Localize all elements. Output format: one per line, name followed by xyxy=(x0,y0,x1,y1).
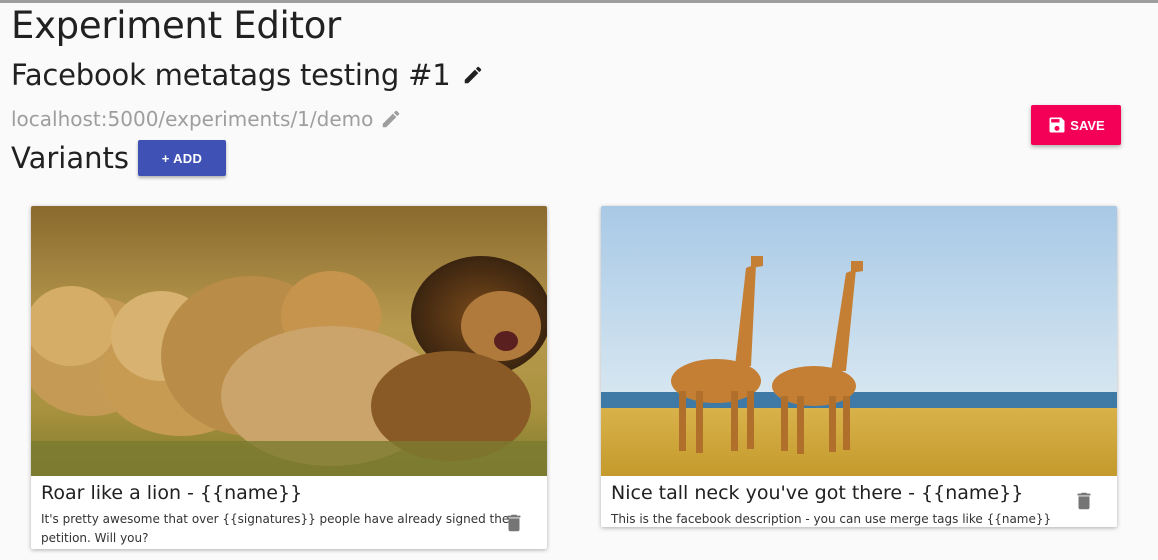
delete-variant-button[interactable] xyxy=(1073,490,1095,516)
variant-description: This is the facebook description - you c… xyxy=(611,512,1052,526)
variants-heading: Variants xyxy=(11,141,129,175)
save-button[interactable]: SAVE xyxy=(1031,105,1121,145)
pencil-icon xyxy=(464,66,481,84)
experiment-url-row: localhost:5000/experiments/1/demo xyxy=(11,107,402,131)
trash-icon xyxy=(1077,492,1091,510)
variants-header: Variants + ADD xyxy=(11,140,226,176)
add-button-label: + ADD xyxy=(161,150,203,166)
variant-description: It's pretty awesome that over {{signatur… xyxy=(41,512,510,545)
trash-icon xyxy=(507,514,521,532)
delete-variant-button[interactable] xyxy=(503,512,525,538)
variant-card: Nice tall neck you've got there - {{name… xyxy=(601,206,1117,527)
experiment-name-row: Facebook metatags testing #1 xyxy=(11,58,484,92)
variant-title: Nice tall neck you've got there - {{name… xyxy=(611,482,1024,504)
edit-url-button[interactable] xyxy=(380,108,402,130)
variant-image-lions[interactable] xyxy=(31,206,547,476)
variant-image-giraffes[interactable] xyxy=(601,206,1117,476)
add-variant-button[interactable]: + ADD xyxy=(137,140,226,176)
edit-name-button[interactable] xyxy=(462,64,484,86)
experiment-name: Facebook metatags testing #1 xyxy=(11,58,451,92)
floppy-disk-icon xyxy=(1049,117,1065,133)
experiment-url: localhost:5000/experiments/1/demo xyxy=(11,107,374,131)
save-button-label: SAVE xyxy=(1070,117,1105,133)
variant-card: Roar like a lion - {{name}} It's pretty … xyxy=(31,206,547,549)
page-title: Experiment Editor xyxy=(11,4,341,47)
pencil-icon xyxy=(383,110,400,128)
top-border xyxy=(0,0,1158,3)
variant-title: Roar like a lion - {{name}} xyxy=(41,482,303,504)
